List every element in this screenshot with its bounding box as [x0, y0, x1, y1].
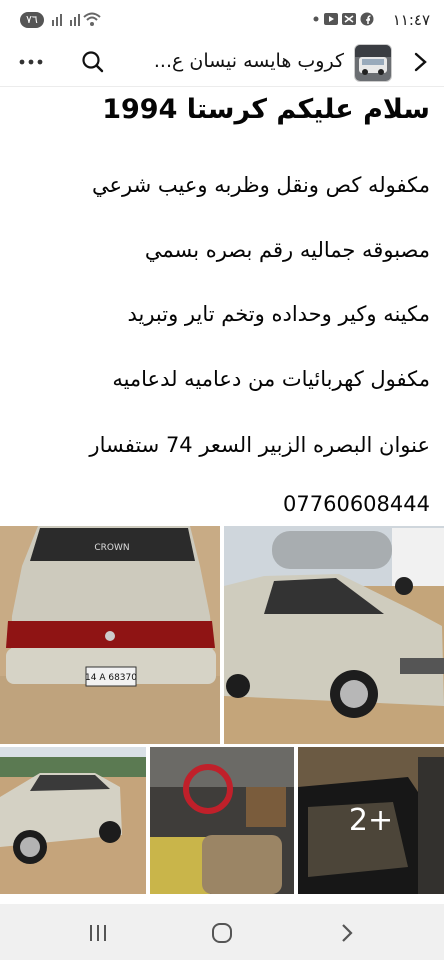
group-header: كروب هايسه نيسان ع... [0, 40, 444, 87]
status-bar: ٧٦ ١١:٤٧ [0, 0, 444, 40]
battery-indicator: ٧٦ [20, 12, 44, 28]
wifi-icon [82, 10, 102, 32]
back-arrow-icon[interactable] [408, 49, 434, 75]
more-dots-icon[interactable] [18, 52, 44, 72]
post-line: مكفول كهربائيات من دعاميه لدعاميه [112, 367, 430, 391]
car-photo-front[interactable] [0, 747, 146, 894]
car-photo-rear[interactable]: 14 A 68370 CROWN [0, 526, 220, 744]
recents-icon[interactable] [86, 921, 110, 945]
license-plate: 14 A 68370 [85, 673, 137, 683]
system-nav-bar [0, 904, 444, 960]
notification-icons [312, 10, 382, 32]
clock: ١١:٤٧ [392, 11, 430, 29]
post-title: سلام عليكم كرستا 1994 [102, 94, 430, 125]
car-photo-interior[interactable] [150, 747, 294, 894]
home-icon[interactable] [210, 921, 234, 945]
svg-text:CROWN: CROWN [94, 543, 129, 553]
car-photo-door[interactable]: 2+ [298, 747, 444, 894]
search-icon[interactable] [80, 49, 106, 75]
car-photo-side[interactable] [224, 526, 444, 744]
more-photos-overlay[interactable]: 2+ [298, 747, 444, 894]
group-avatar[interactable] [354, 44, 392, 82]
post-line: مكينه وكير وحداده وتخم تاير وتبريد [127, 302, 430, 326]
post-line: عنوان البصره الزبير السعر 74 ستفسار [89, 433, 430, 457]
nav-back-icon[interactable] [334, 921, 358, 945]
post-line: مكفوله كص ونقل وظربه وعيب شرعي [92, 173, 430, 197]
group-title[interactable]: كروب هايسه نيسان ع... [144, 50, 344, 72]
post-line: مصبوقه جماليه رقم بصره بسمي [144, 238, 430, 262]
phone-number[interactable]: 07760608444 [283, 492, 430, 516]
